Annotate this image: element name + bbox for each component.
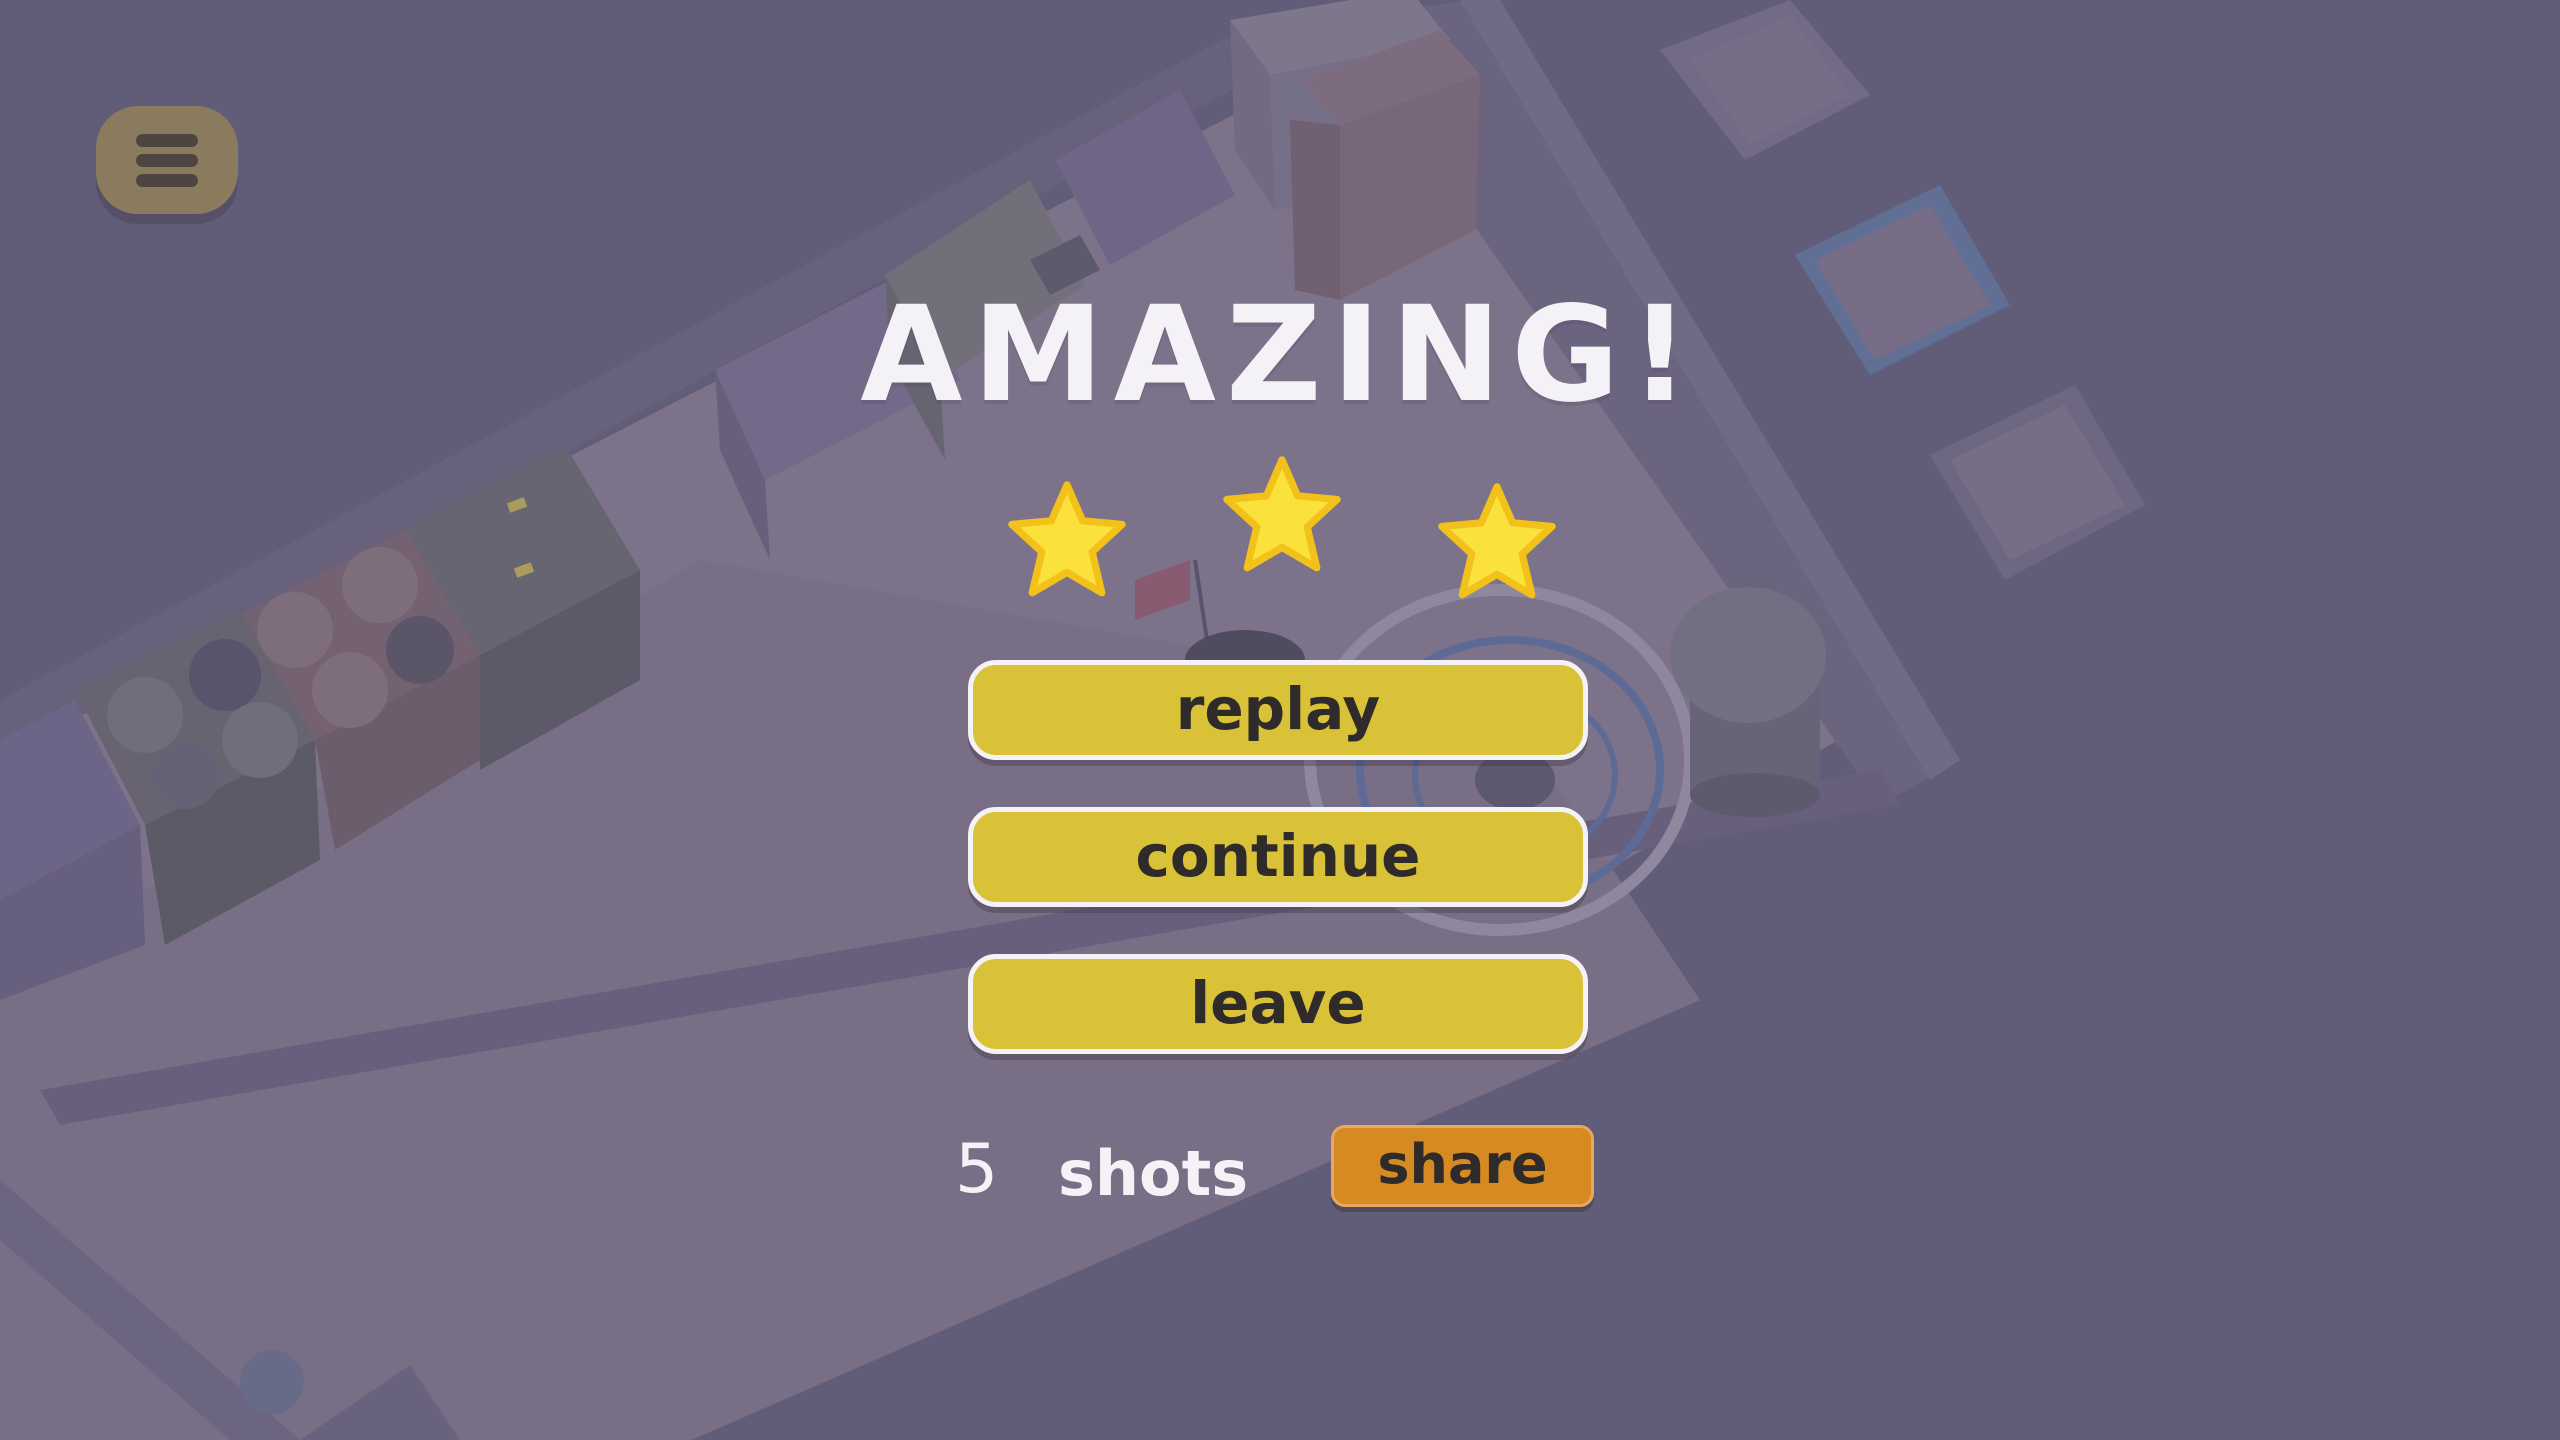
- ball: [240, 1350, 304, 1414]
- star-icon-2: [1223, 456, 1341, 572]
- star-icon-1: [1008, 481, 1126, 597]
- replay-button[interactable]: replay: [968, 660, 1588, 760]
- game-screen: AMAZING! replay continue leave 5 shots s…: [0, 0, 2560, 1440]
- leave-button[interactable]: leave: [968, 954, 1588, 1054]
- shots-label: shots: [1058, 1137, 1249, 1210]
- share-button[interactable]: share: [1331, 1125, 1594, 1207]
- continue-button[interactable]: continue: [968, 807, 1588, 907]
- trash-can: [1670, 587, 1826, 817]
- result-title: AMAZING!: [860, 278, 1700, 432]
- shots-count: 5: [955, 1130, 999, 1209]
- menu-button[interactable]: [96, 106, 238, 214]
- star-icon-3: [1438, 483, 1556, 599]
